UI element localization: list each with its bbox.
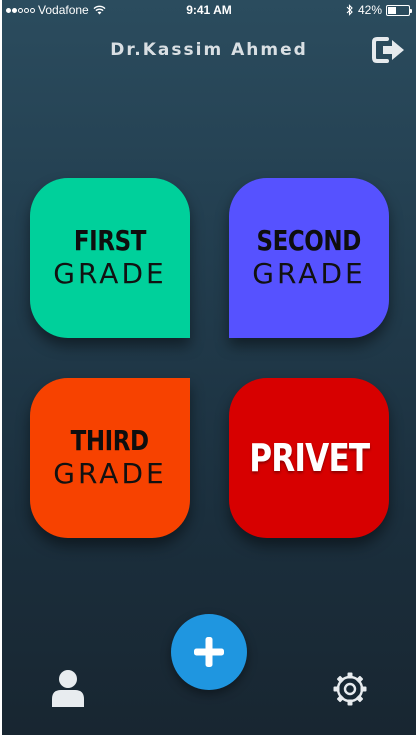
tile-subtitle: GRADE: [53, 256, 167, 290]
battery-icon: [386, 4, 412, 16]
gear-tooth: [360, 686, 367, 692]
profile-button[interactable]: [50, 668, 86, 708]
gear-tooth: [356, 695, 364, 703]
gear-tooth: [333, 686, 340, 692]
logout-icon: [372, 37, 404, 63]
logout-button[interactable]: [372, 36, 406, 64]
user-icon: [52, 670, 84, 707]
gear-tooth: [356, 675, 364, 683]
privet-tile[interactable]: PRIVET: [229, 378, 389, 538]
tile-title: THIRD: [70, 423, 150, 457]
gear-icon: [333, 672, 367, 706]
gear-tooth: [347, 699, 353, 706]
bluetooth-icon: [346, 4, 353, 16]
status-bar: Vodafone 9:41 AM 42%: [2, 0, 416, 20]
settings-button[interactable]: [331, 670, 369, 708]
tile-title: PRIVET: [248, 436, 370, 480]
battery-percent: 42%: [357, 3, 382, 17]
status-right: 42%: [346, 3, 412, 17]
gear-tooth: [347, 672, 353, 679]
tile-title: SECOND: [256, 223, 362, 257]
tile-subtitle: GRADE: [53, 456, 167, 490]
page-title: Dr.Kassim Ahmed: [110, 40, 308, 60]
second-grade-tile[interactable]: SECOND GRADE: [229, 178, 389, 338]
add-button[interactable]: [171, 614, 247, 690]
third-grade-tile[interactable]: THIRD GRADE: [30, 378, 190, 538]
app-screen: Vodafone 9:41 AM 42% Dr.Kassim Ahmed FIR…: [2, 0, 416, 735]
tile-title: FIRST: [73, 223, 147, 257]
gear-tooth: [336, 695, 344, 703]
tile-subtitle: GRADE: [252, 256, 366, 290]
battery-level-fill: [388, 6, 396, 14]
plus-icon: [194, 637, 224, 667]
gear-tooth: [336, 675, 344, 683]
first-grade-tile[interactable]: FIRST GRADE: [30, 178, 190, 338]
